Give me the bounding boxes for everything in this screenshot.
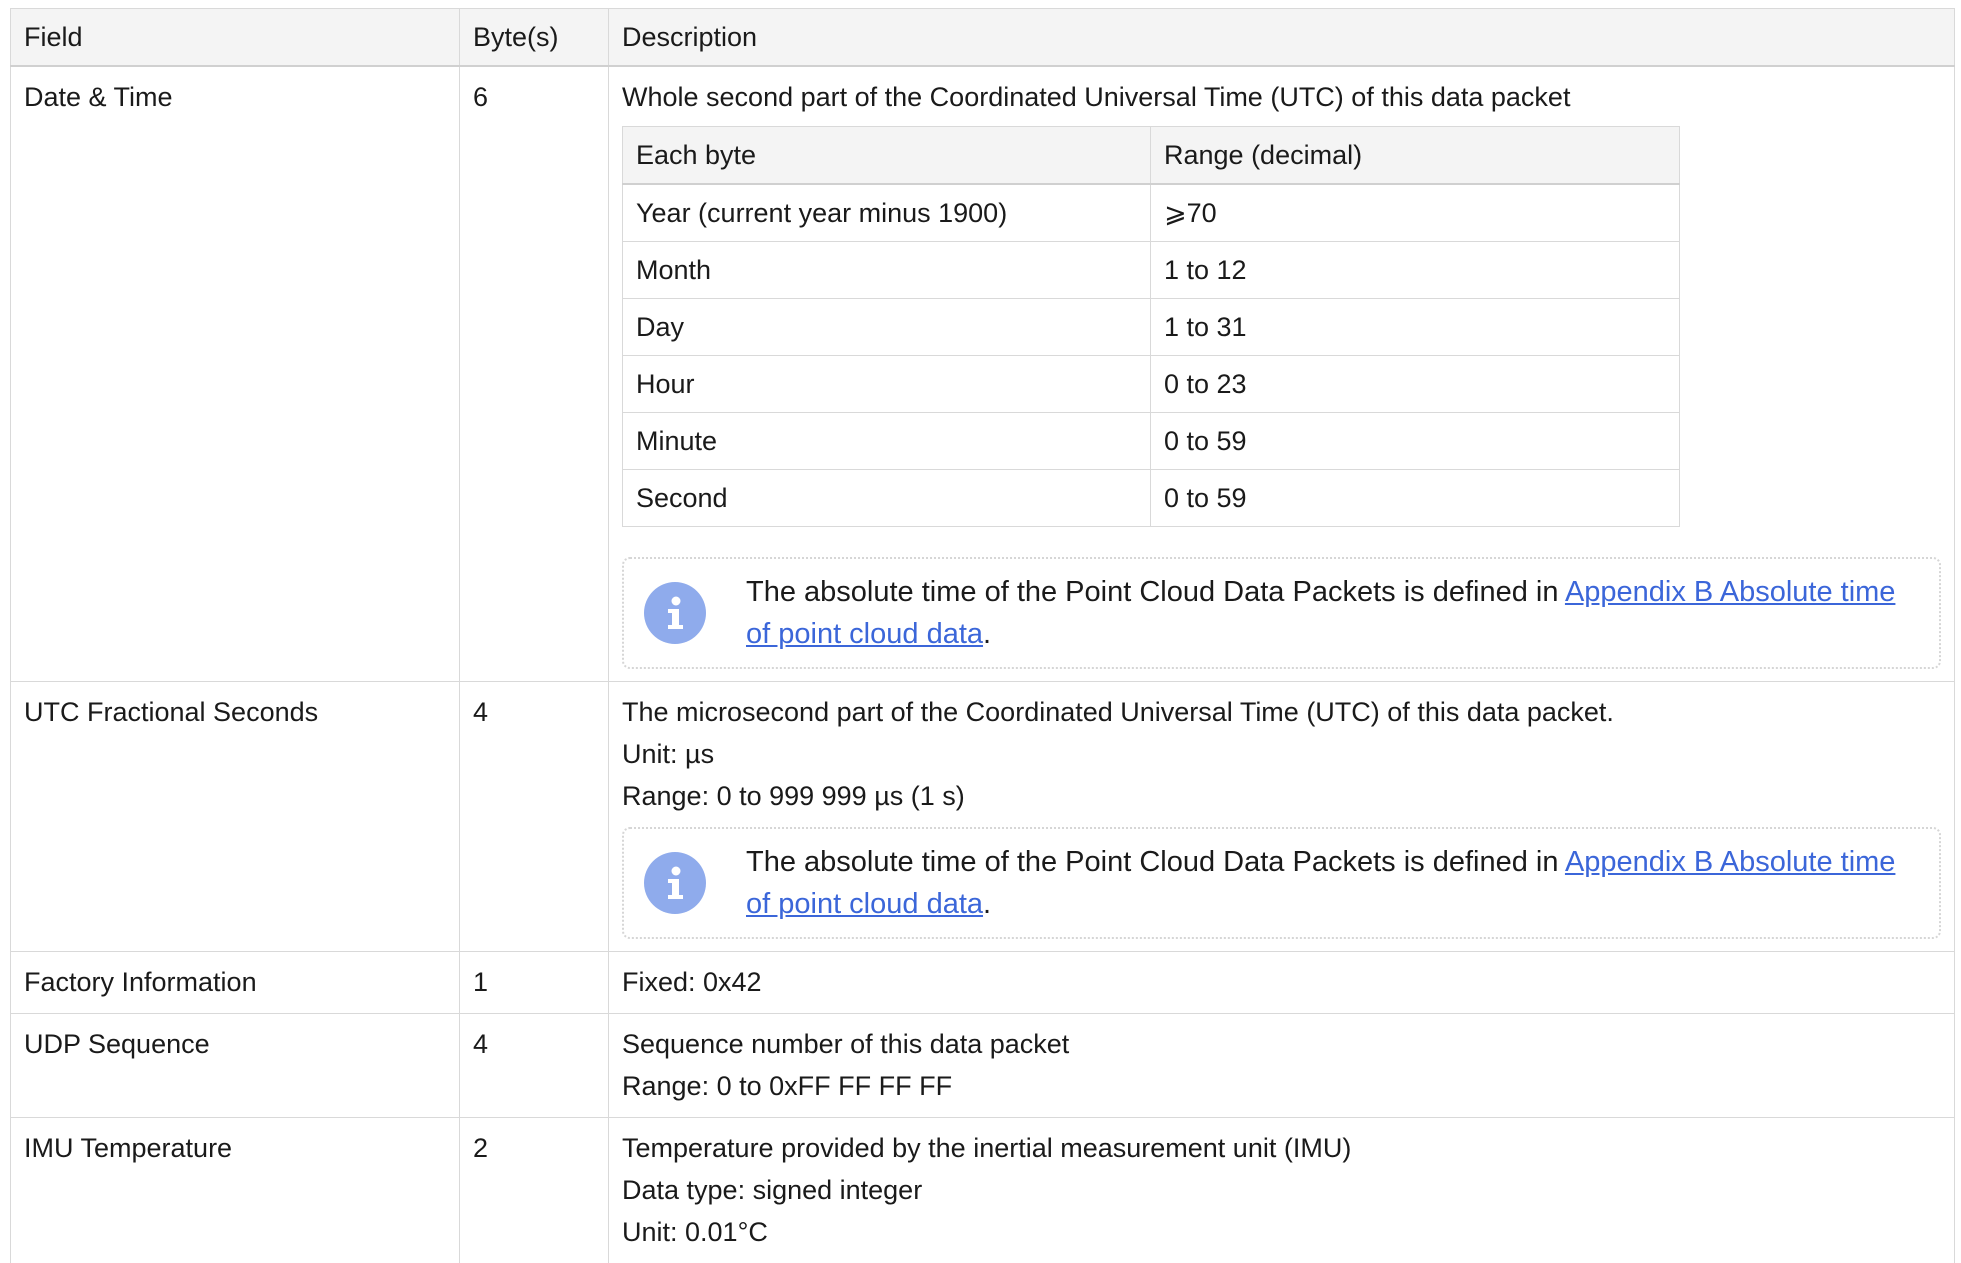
info-icon [644, 582, 706, 644]
field-name: IMU Temperature [11, 1118, 460, 1263]
table-row: Date & Time 6 Whole second part of the C… [11, 66, 1955, 682]
subtable-byte: Month [623, 242, 1151, 299]
note-text: The absolute time of the Point Cloud Dat… [746, 841, 1919, 925]
header-bytes: Byte(s) [460, 9, 609, 67]
page: Field Byte(s) Description Date & Time 6 … [0, 0, 1961, 1246]
subtable-range: 0 to 59 [1151, 413, 1680, 470]
description-cell: The microsecond part of the Coordinated … [609, 682, 1955, 952]
subtable-row: Month 1 to 12 [623, 242, 1680, 299]
info-note: The absolute time of the Point Cloud Dat… [622, 557, 1941, 669]
description-line: Data type: signed integer [622, 1169, 1941, 1211]
subtable-byte: Day [623, 299, 1151, 356]
description-line: Unit: 0.01°C [622, 1211, 1941, 1253]
table-row: UDP Sequence 4 Sequence number of this d… [11, 1014, 1955, 1118]
subtable-range: 0 to 23 [1151, 356, 1680, 413]
description-cell: Whole second part of the Coordinated Uni… [609, 66, 1955, 682]
byte-count: 4 [460, 1014, 609, 1118]
subtable-byte: Year (current year minus 1900) [623, 184, 1151, 242]
table-header-row: Field Byte(s) Description [11, 9, 1955, 67]
subtable-byte: Hour [623, 356, 1151, 413]
subtable-range: 1 to 12 [1151, 242, 1680, 299]
description-line: Range: 0 to 0xFF FF FF FF [622, 1065, 1941, 1107]
table-row: UTC Fractional Seconds 4 The microsecond… [11, 682, 1955, 952]
description-line: Unit: µs [622, 733, 1941, 775]
note-body: The absolute time of the Point Cloud Dat… [746, 846, 1565, 878]
subtable-header-range: Range (decimal) [1151, 127, 1680, 185]
byte-count: 4 [460, 682, 609, 952]
field-name: Factory Information [11, 952, 460, 1014]
field-name: UTC Fractional Seconds [11, 682, 460, 952]
description-line: The microsecond part of the Coordinated … [622, 691, 1941, 733]
header-description: Description [609, 9, 1955, 67]
subtable-row: Year (current year minus 1900) ⩾70 [623, 184, 1680, 242]
description-line: Sequence number of this data packet [622, 1023, 1941, 1065]
description-cell: Sequence number of this data packet Rang… [609, 1014, 1955, 1118]
byte-count: 2 [460, 1118, 609, 1263]
note-text: The absolute time of the Point Cloud Dat… [746, 571, 1919, 655]
subtable-byte: Second [623, 470, 1151, 527]
header-field: Field [11, 9, 460, 67]
table-row: Factory Information 1 Fixed: 0x42 [11, 952, 1955, 1014]
info-icon [644, 852, 706, 914]
byte-count: 6 [460, 66, 609, 682]
description-line: Range: 0 to 999 999 µs (1 s) [622, 775, 1941, 817]
note-suffix: . [983, 618, 991, 650]
description-cell: Fixed: 0x42 [609, 952, 1955, 1014]
byte-range-subtable: Each byte Range (decimal) Year (current … [622, 126, 1680, 527]
subtable-row: Day 1 to 31 [623, 299, 1680, 356]
byte-count: 1 [460, 952, 609, 1014]
subtable-range: ⩾70 [1151, 184, 1680, 242]
note-suffix: . [983, 888, 991, 920]
subtable-header-row: Each byte Range (decimal) [623, 127, 1680, 185]
subtable-row: Minute 0 to 59 [623, 413, 1680, 470]
description-line: Fixed: 0x42 [622, 961, 1941, 1003]
subtable-range: 0 to 59 [1151, 470, 1680, 527]
subtable-range: 1 to 31 [1151, 299, 1680, 356]
description-line: Whole second part of the Coordinated Uni… [622, 76, 1941, 118]
description-cell: Temperature provided by the inertial mea… [609, 1118, 1955, 1263]
field-name: Date & Time [11, 66, 460, 682]
table-row: IMU Temperature 2 Temperature provided b… [11, 1118, 1955, 1263]
subtable-header-each-byte: Each byte [623, 127, 1151, 185]
note-body: The absolute time of the Point Cloud Dat… [746, 576, 1565, 608]
subtable-byte: Minute [623, 413, 1151, 470]
description-line: Temperature provided by the inertial mea… [622, 1127, 1941, 1169]
subtable-row: Hour 0 to 23 [623, 356, 1680, 413]
field-table: Field Byte(s) Description Date & Time 6 … [10, 8, 1955, 1263]
subtable-row: Second 0 to 59 [623, 470, 1680, 527]
field-name: UDP Sequence [11, 1014, 460, 1118]
info-note: The absolute time of the Point Cloud Dat… [622, 827, 1941, 939]
